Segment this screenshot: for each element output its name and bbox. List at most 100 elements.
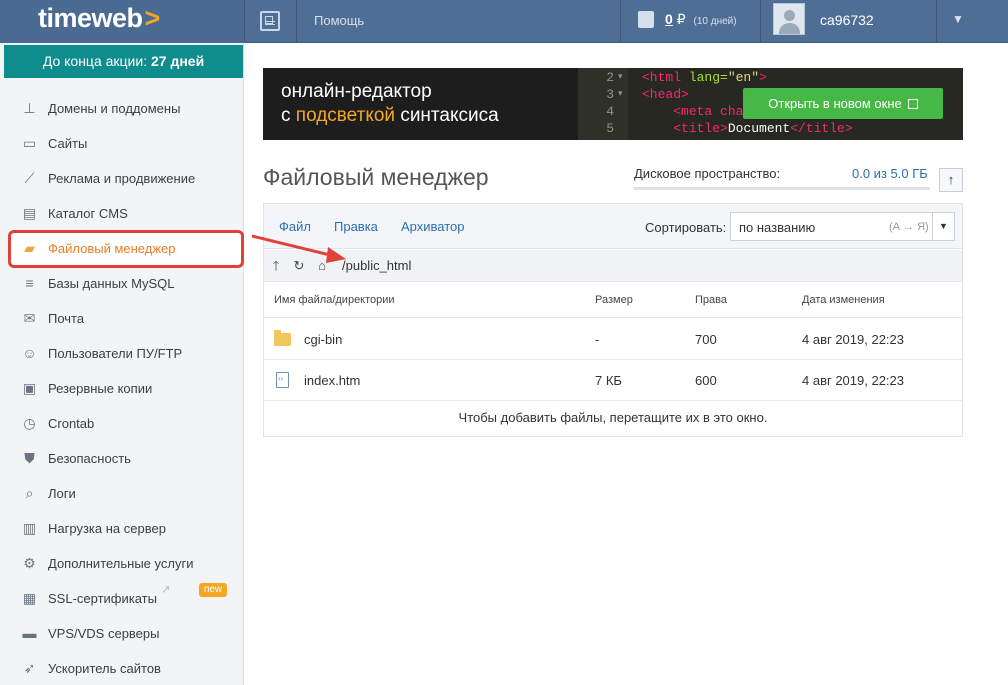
cell-date: 4 авг 2019, 22:23	[802, 373, 905, 388]
sidebar-item[interactable]: ▬ VPS/VDS серверы	[0, 617, 244, 652]
sidebar-item[interactable]: ▥ Нагрузка на сервер	[0, 512, 244, 547]
open-editor-label: Открыть в новом окне	[768, 96, 902, 111]
disk-value[interactable]: 0.0 из 5.0 ГБ	[852, 166, 928, 181]
table-row[interactable]: cgi-bin - 700 4 авг 2019, 22:23	[264, 319, 962, 360]
sidebar-item-label: SSL-сертификаты	[48, 591, 157, 606]
sidebar-item[interactable]: ≡ Базы данных MySQL	[0, 267, 244, 302]
upload-button[interactable]: ↑	[939, 168, 963, 192]
path-bar: 🡑 ↻ ⌂ /public_html	[264, 250, 962, 282]
column-size[interactable]: Размер	[595, 294, 633, 306]
sidebar-item-label: Безопасность	[48, 451, 131, 466]
logo-chevron: >	[144, 3, 161, 33]
divider	[244, 0, 245, 43]
divider	[936, 0, 937, 43]
annotation-arrow	[251, 234, 346, 263]
file-manager-menu: Файл Правка Архиватор Сортировать: по на…	[264, 204, 962, 249]
sidebar-item-label: Пользователи ПУ/FTP	[48, 346, 183, 361]
cell-perms: 700	[695, 332, 717, 347]
cell-name[interactable]: index.htm	[304, 373, 360, 388]
sort-hint: (А → Я)	[889, 221, 929, 233]
cell-size: -	[595, 332, 600, 347]
cell-size: 7 КБ	[595, 373, 622, 388]
sidebar-item[interactable]: ▤ Каталог CMS	[0, 197, 244, 232]
balance[interactable]: 0 ₽ (10 дней)	[665, 11, 737, 28]
table-row[interactable]: index.htm 7 КБ 600 4 авг 2019, 22:23	[264, 360, 962, 401]
help-link[interactable]: Помощь	[314, 13, 364, 28]
sidebar-item[interactable]: ▣ Резервные копии	[0, 372, 244, 407]
sidebar-item-label: Сайты	[48, 136, 88, 151]
cell-perms: 600	[695, 373, 717, 388]
sidebar-item-label: Логи	[48, 486, 76, 501]
log-icon: ⌕	[25, 485, 34, 501]
column-permissions[interactable]: Права	[695, 294, 727, 306]
sidebar-item-label: Файловый менеджер	[48, 241, 176, 256]
code-text: <meta cha	[642, 104, 743, 119]
code-text: <head>	[642, 87, 689, 102]
fold-marker: ▾	[618, 89, 623, 99]
logo[interactable]: timeweb>	[0, 0, 244, 43]
folder-icon	[274, 330, 291, 346]
code-token: >	[759, 70, 767, 85]
code-token: <head>	[642, 87, 689, 102]
backup-icon: ▣	[22, 380, 37, 396]
sort-select[interactable]: по названию (А → Я) ▼	[730, 212, 955, 241]
sidebar-item[interactable]: ⊥ Домены и поддомены	[0, 92, 244, 127]
promo-prefix: До конца акции:	[42, 53, 148, 69]
sidebar-item-label: Реклама и продвижение	[48, 171, 196, 186]
disk-usage-bar	[634, 187, 930, 190]
chevron-down-icon[interactable]: ▼	[932, 213, 954, 240]
line-number: 5	[606, 121, 614, 136]
sidebar-item[interactable]: ☺ Пользователи ПУ/FTP	[0, 337, 244, 372]
clock-icon: ◷	[23, 415, 36, 431]
catalog-icon: ▤	[22, 205, 37, 221]
column-name[interactable]: Имя файла/директории	[274, 294, 395, 306]
line-number: 3	[606, 87, 614, 102]
sidebar-item-label: Дополнительные услуги	[48, 556, 194, 571]
menu-archiver[interactable]: Архиватор	[401, 219, 465, 234]
file-manager-panel[interactable]: Файл Правка Архиватор Сортировать: по на…	[263, 203, 963, 437]
logo-text: timeweb>	[38, 3, 161, 33]
load-icon: ▥	[22, 520, 37, 536]
avatar[interactable]	[773, 3, 805, 35]
banner-highlight: подсветкой	[295, 105, 396, 126]
sidebar-item[interactable]: ✉ Почта	[0, 302, 244, 337]
chart-icon: ⟋	[24, 170, 35, 186]
cell-date: 4 авг 2019, 22:23	[802, 332, 905, 347]
sidebar-item[interactable]: ⚙ Дополнительные услуги	[0, 547, 244, 582]
promo-days: 27 дней	[150, 53, 205, 69]
help-icon[interactable]	[260, 11, 280, 31]
column-modified[interactable]: Дата изменения	[802, 294, 885, 306]
top-bar: timeweb> Помощь 0 ₽ (10 дней) ca96732 ▼	[0, 0, 1008, 43]
username[interactable]: ca96732	[820, 12, 874, 28]
banner-line-2: с подсветкой синтаксиса	[281, 104, 499, 128]
sort-value: по названию	[739, 220, 816, 235]
editor-banner[interactable]: онлайн-редактор с подсветкой синтаксиса …	[263, 68, 963, 140]
code-line: 2 ▾ <html lang="en">	[578, 70, 963, 87]
code-token: Document	[727, 121, 791, 136]
code-token: <html	[642, 70, 689, 85]
chevron-down-icon[interactable]: ▼	[952, 12, 964, 26]
table-header: Имя файла/директории Размер Права Дата и…	[264, 283, 962, 318]
sidebar-item[interactable]: ➶ Ускоритель сайтов	[0, 652, 244, 685]
sidebar-item[interactable]: ▭ Сайты	[0, 127, 244, 162]
page-title: Файловый менеджер	[263, 164, 489, 190]
drop-hint: Чтобы добавить файлы, перетащите их в эт…	[458, 410, 768, 425]
sidebar-item[interactable]: ⌕ Логи	[0, 477, 244, 512]
wallet-icon[interactable]	[638, 11, 654, 28]
sidebar-item[interactable]: ◷ Crontab	[0, 407, 244, 442]
code-token: </title>	[790, 121, 853, 136]
divider	[296, 0, 297, 43]
promo-banner[interactable]: До конца акции: 27 дней	[4, 45, 243, 78]
sort-label: Сортировать:	[645, 220, 727, 235]
sidebar-item-label: Каталог CMS	[48, 206, 128, 221]
cell-name[interactable]: cgi-bin	[304, 332, 342, 347]
database-icon: ≡	[25, 275, 34, 291]
open-editor-button[interactable]: Открыть в новом окне	[743, 88, 943, 119]
sidebar-item[interactable]: ⛊ Безопасность	[0, 442, 244, 477]
code-token: <title>	[673, 121, 728, 136]
sidebar-item[interactable]: ▰ Файловый менеджер	[0, 232, 244, 267]
sidebar-item[interactable]: ⟋ Реклама и продвижение	[0, 162, 244, 197]
code-token: <meta cha	[673, 104, 744, 119]
